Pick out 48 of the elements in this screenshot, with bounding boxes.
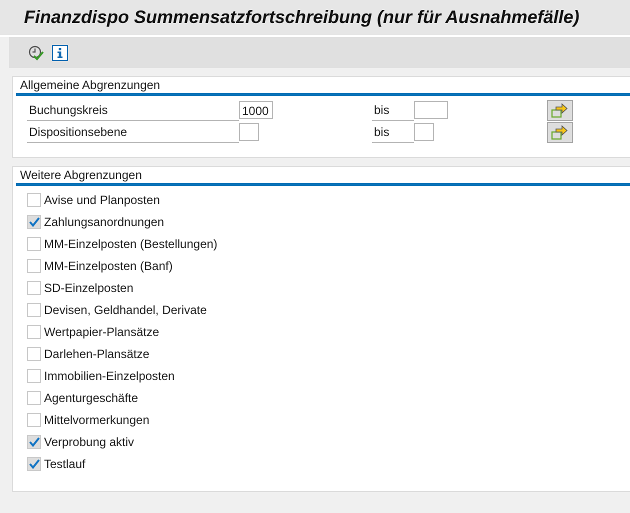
section-title: Weitere Abgrenzungen [16, 167, 630, 186]
field-label: bis [372, 100, 414, 120]
field-label: Buchungskreis [27, 100, 239, 120]
checkbox-label: MM-Einzelposten (Bestellungen) [44, 237, 218, 251]
input-field[interactable]: 1000 [239, 101, 273, 119]
checkbox-label: Testlauf [44, 457, 86, 471]
info-button[interactable] [51, 44, 69, 62]
checkbox[interactable] [27, 215, 41, 229]
input-field[interactable] [239, 123, 259, 141]
checkbox[interactable] [27, 303, 41, 317]
checkbox-label: SD-Einzelposten [44, 281, 134, 295]
checkbox-label: Wertpapier-Plansätze [44, 325, 160, 339]
checkbox-label: Verprobung aktiv [44, 435, 134, 449]
info-icon [52, 44, 68, 60]
checkbox-label: Darlehen-Plansätze [44, 347, 150, 361]
checkbox-label: Agenturgeschäfte [44, 391, 138, 405]
checkbox-label: Immobilien-Einzelposten [44, 369, 175, 383]
checkbox[interactable] [27, 325, 41, 339]
checkmark-icon [28, 459, 40, 469]
input-field[interactable] [414, 123, 434, 141]
field-label: Dispositionsebene [27, 122, 239, 142]
checkbox-label: Zahlungsanordnungen [44, 215, 164, 229]
checkbox[interactable] [27, 457, 41, 471]
checkbox-label: Devisen, Geldhandel, Derivate [44, 303, 207, 317]
checkbox-label: Avise und Planposten [44, 193, 160, 207]
checkbox[interactable] [27, 347, 41, 361]
checkbox-label: MM-Einzelposten (Banf) [44, 259, 173, 273]
multiple-selection-button[interactable] [547, 100, 573, 120]
multiple-selection-button[interactable] [547, 122, 573, 142]
checkmark-icon [28, 437, 40, 447]
arrow-right-icon [551, 124, 569, 140]
checkbox[interactable] [27, 281, 41, 295]
checkbox[interactable] [27, 193, 41, 207]
checkbox[interactable] [27, 413, 41, 427]
execute-button[interactable] [27, 44, 45, 62]
arrow-right-icon [551, 102, 569, 118]
section-title: Allgemeine Abgrenzungen [16, 77, 630, 96]
window-title: Finanzdispo Summensatzfortschreibung (nur für Ausnahmefälle) [24, 7, 580, 28]
input-field[interactable] [414, 101, 448, 119]
checkbox[interactable] [27, 237, 41, 251]
checkbox-label: Mittelvormerkungen [44, 413, 150, 427]
checkbox[interactable] [27, 259, 41, 273]
checkmark-icon [28, 217, 40, 227]
checkbox[interactable] [27, 369, 41, 383]
checkbox[interactable] [27, 435, 41, 449]
field-label: bis [372, 122, 414, 142]
checkbox[interactable] [27, 391, 41, 405]
clock-check-icon [28, 44, 44, 60]
